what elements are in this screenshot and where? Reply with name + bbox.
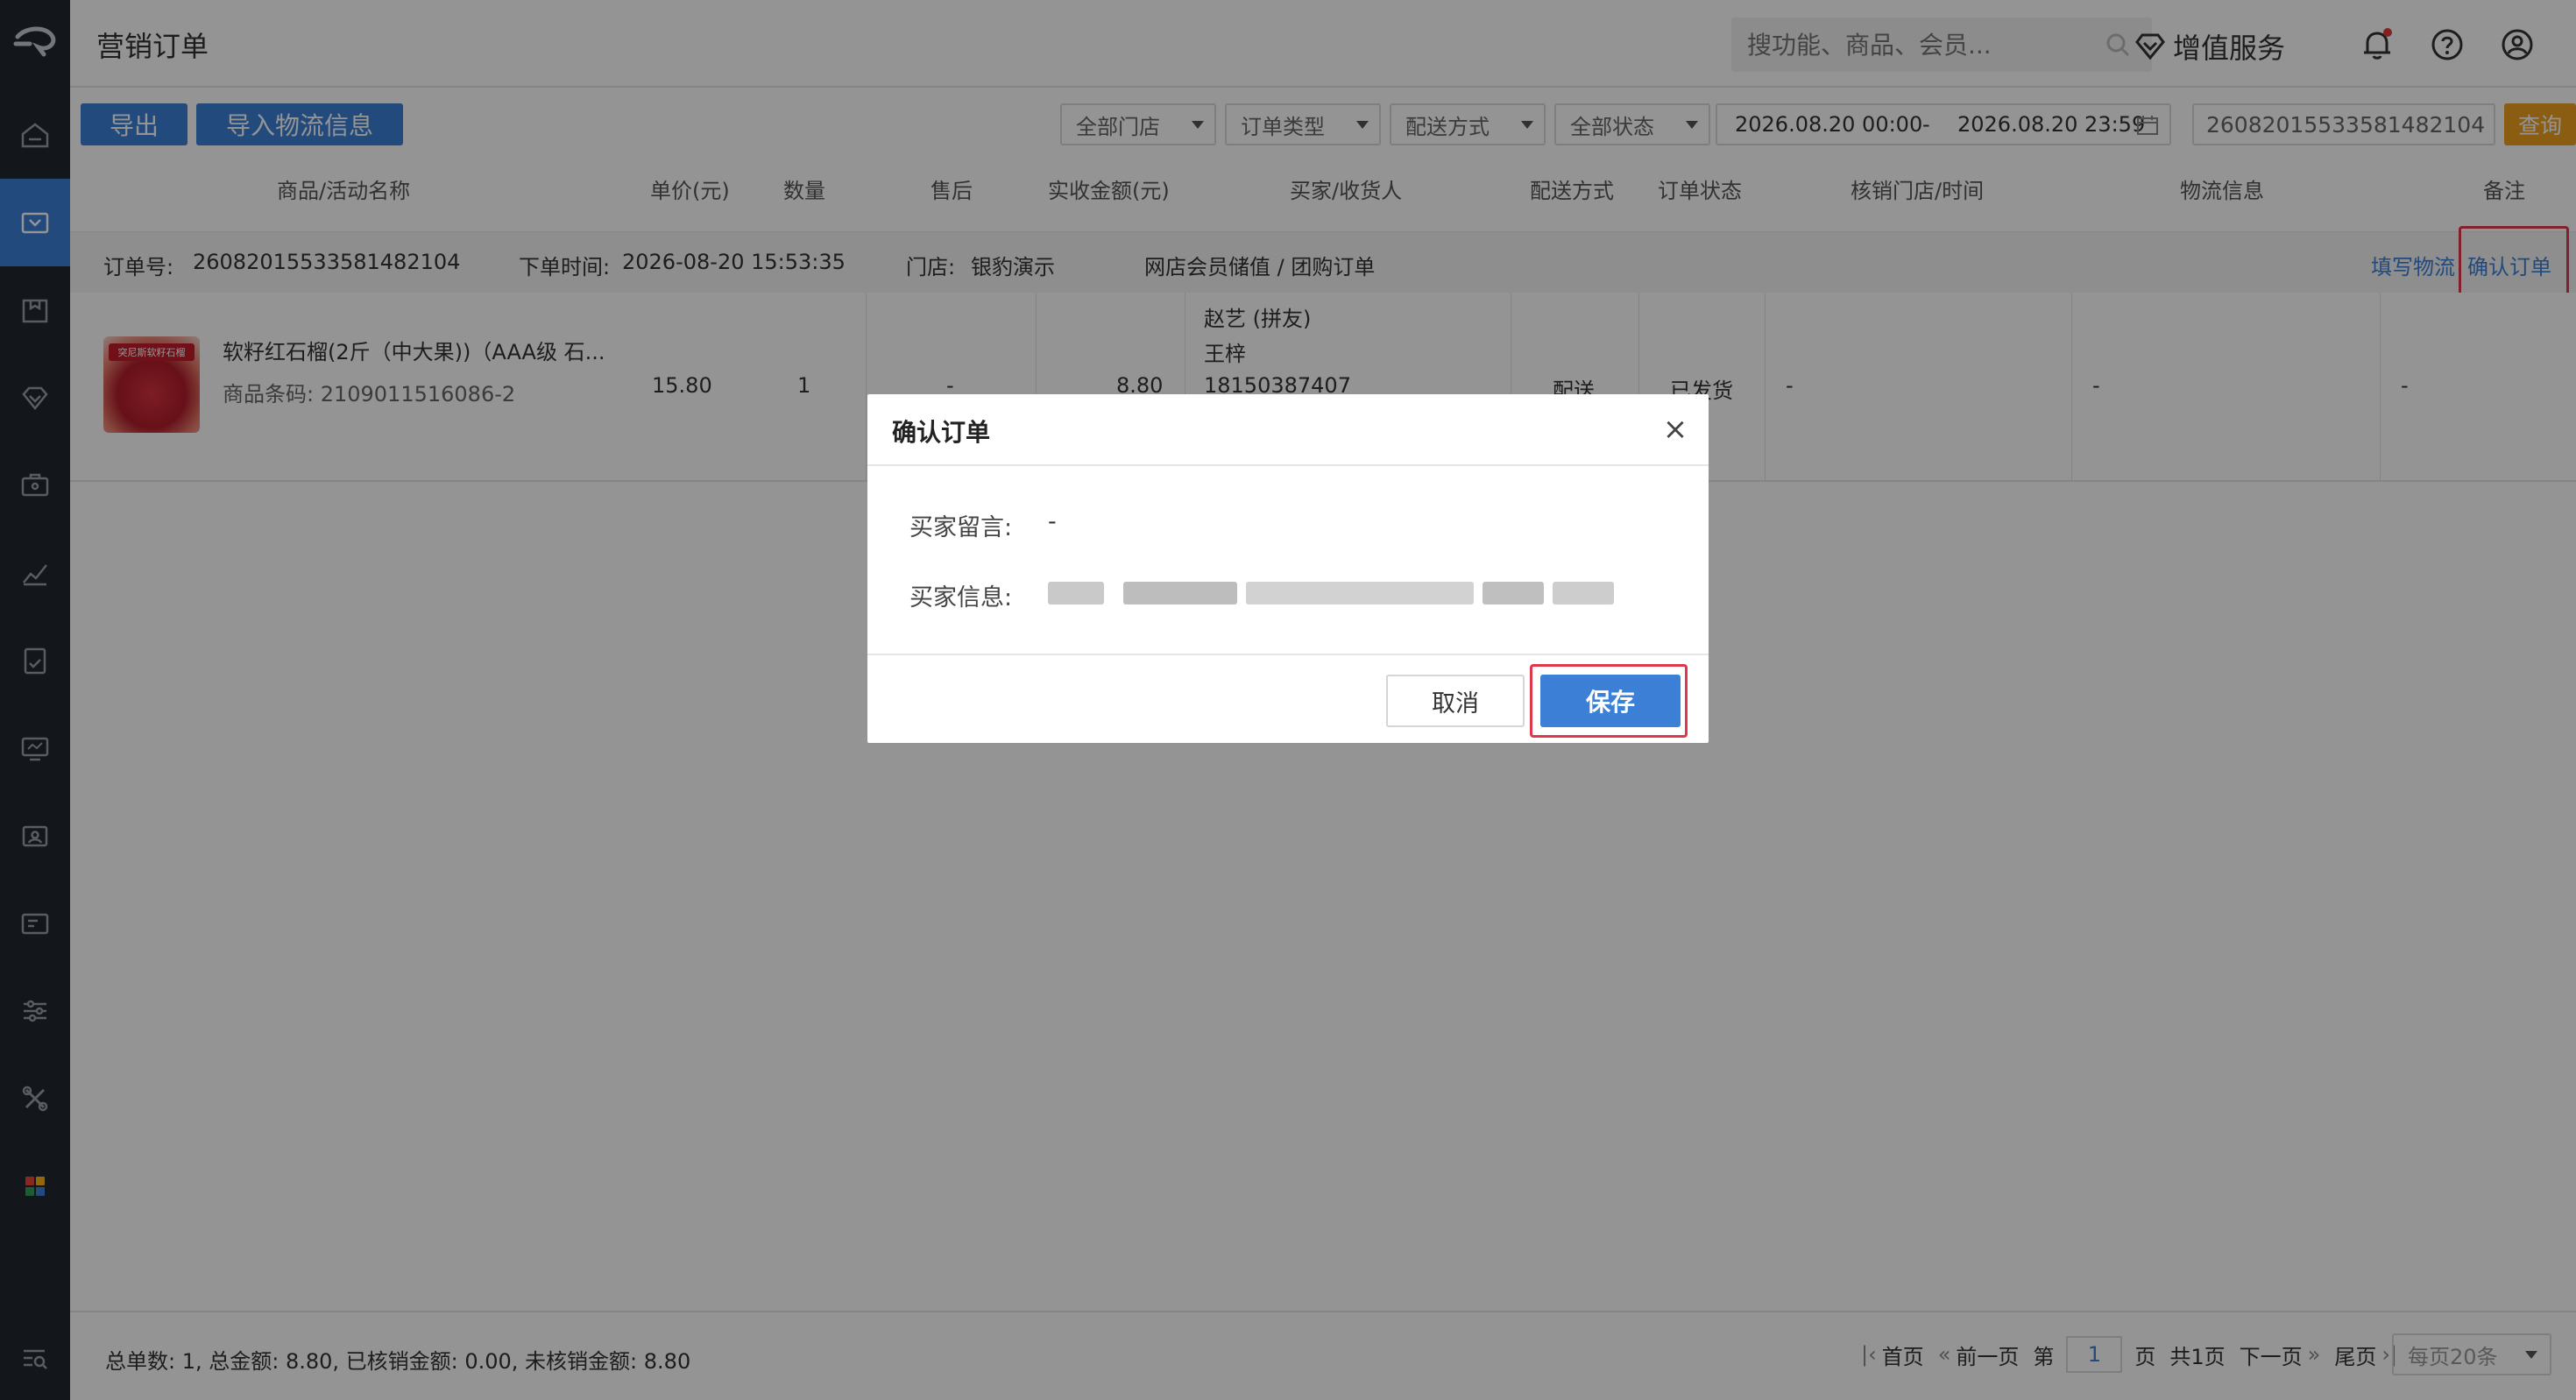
buyer-message-label: 买家留言: [909, 514, 1013, 541]
dialog-body: 买家留言: - 买家信息: [867, 468, 1709, 654]
confirm-order-dialog: 确认订单 × 买家留言: - 买家信息: 取消 保存 [867, 394, 1709, 743]
dialog-title: 确认订单 [892, 418, 991, 447]
redacted-block [1048, 582, 1104, 605]
close-icon[interactable]: × [1658, 412, 1693, 447]
redacted-block [1483, 582, 1544, 605]
dialog-footer: 取消 保存 [867, 654, 1709, 743]
redacted-block [1123, 582, 1237, 605]
redacted-block [1553, 582, 1614, 605]
buyer-message-value: - [1048, 508, 1057, 535]
buyer-info-label: 买家信息: [909, 584, 1013, 612]
dialog-header: 确认订单 × [867, 394, 1709, 466]
buyer-info-redacted [1048, 582, 1617, 605]
cancel-button[interactable]: 取消 [1386, 675, 1525, 727]
save-button[interactable]: 保存 [1540, 675, 1681, 727]
redacted-block [1246, 582, 1474, 605]
